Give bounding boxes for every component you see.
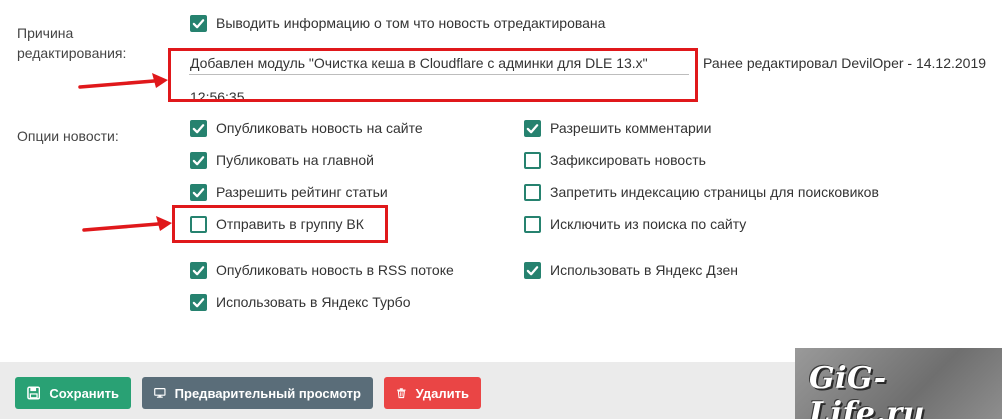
pin-news-label: Зафиксировать новость — [550, 152, 706, 168]
save-button-label: Сохранить — [49, 385, 119, 401]
checkbox-unchecked-icon — [524, 151, 541, 169]
publish-on-main-label: Публиковать на главной — [216, 152, 374, 168]
edit-reason-label-line1: Причина — [17, 25, 74, 41]
show-edit-info-checkbox[interactable]: Выводить информацию о том что новость от… — [190, 12, 605, 34]
yandex-zen-checkbox[interactable]: Использовать в Яндекс Дзен — [524, 259, 738, 281]
watermark-text: GiG-Life.ru — [809, 361, 926, 419]
disable-indexing-label: Запретить индексацию страницы для поиско… — [550, 184, 879, 200]
allow-comments-label: Разрешить комментарии — [550, 120, 712, 136]
publish-on-main-checkbox[interactable]: Публиковать на главной — [190, 149, 374, 171]
checkbox-checked-icon — [190, 151, 207, 169]
preview-button[interactable]: Предварительный просмотр — [142, 377, 373, 409]
highlight-box-send-to-vk — [172, 205, 388, 243]
red-arrow-icon — [78, 73, 168, 89]
trash-icon — [397, 388, 406, 399]
checkbox-checked-icon — [190, 14, 207, 32]
exclude-site-search-checkbox[interactable]: Исключить из поиска по сайту — [524, 213, 746, 235]
publish-rss-checkbox[interactable]: Опубликовать новость в RSS потоке — [190, 259, 454, 281]
red-arrow-icon — [82, 216, 172, 232]
pin-news-checkbox[interactable]: Зафиксировать новость — [524, 149, 706, 171]
options-label: Опции новости: — [17, 128, 119, 144]
save-button[interactable]: Сохранить — [15, 377, 131, 409]
yandex-turbo-checkbox[interactable]: Использовать в Яндекс Турбо — [190, 291, 410, 313]
site-watermark: GiG-Life.ru — [795, 348, 1002, 419]
checkbox-checked-icon — [524, 261, 541, 279]
allow-comments-checkbox[interactable]: Разрешить комментарии — [524, 117, 711, 139]
checkbox-unchecked-icon — [524, 183, 541, 201]
publish-on-site-checkbox[interactable]: Опубликовать новость на сайте — [190, 117, 423, 139]
delete-button-label: Удалить — [415, 385, 469, 401]
monitor-icon — [154, 388, 166, 398]
floppy-disk-icon — [27, 386, 41, 400]
checkbox-unchecked-icon — [524, 215, 541, 233]
yandex-zen-label: Использовать в Яндекс Дзен — [550, 262, 739, 278]
checkbox-checked-icon — [524, 119, 541, 137]
preview-button-label: Предварительный просмотр — [174, 385, 361, 401]
previous-editor-info: Ранее редактировал DevilOper - 14.12.201… — [703, 55, 987, 71]
checkbox-checked-icon — [190, 183, 207, 201]
publish-on-site-label: Опубликовать новость на сайте — [216, 120, 423, 136]
disable-indexing-checkbox[interactable]: Запретить индексацию страницы для поиско… — [524, 181, 879, 203]
edit-reason-label: Причина редактирования: — [17, 23, 126, 63]
allow-rating-label: Разрешить рейтинг статьи — [216, 184, 388, 200]
yandex-turbo-label: Использовать в Яндекс Турбо — [216, 294, 411, 310]
checkbox-checked-icon — [190, 293, 207, 311]
exclude-site-search-label: Исключить из поиска по сайту — [550, 216, 747, 232]
publish-rss-label: Опубликовать новость в RSS потоке — [216, 262, 454, 278]
delete-button[interactable]: Удалить — [384, 377, 481, 409]
checkbox-checked-icon — [190, 119, 207, 137]
edit-reason-label-line2: редактирования: — [17, 45, 127, 61]
checkbox-checked-icon — [190, 261, 207, 279]
show-edit-info-label: Выводить информацию о том что новость от… — [216, 15, 606, 31]
allow-rating-checkbox[interactable]: Разрешить рейтинг статьи — [190, 181, 388, 203]
highlight-box-edit-reason — [168, 48, 698, 102]
